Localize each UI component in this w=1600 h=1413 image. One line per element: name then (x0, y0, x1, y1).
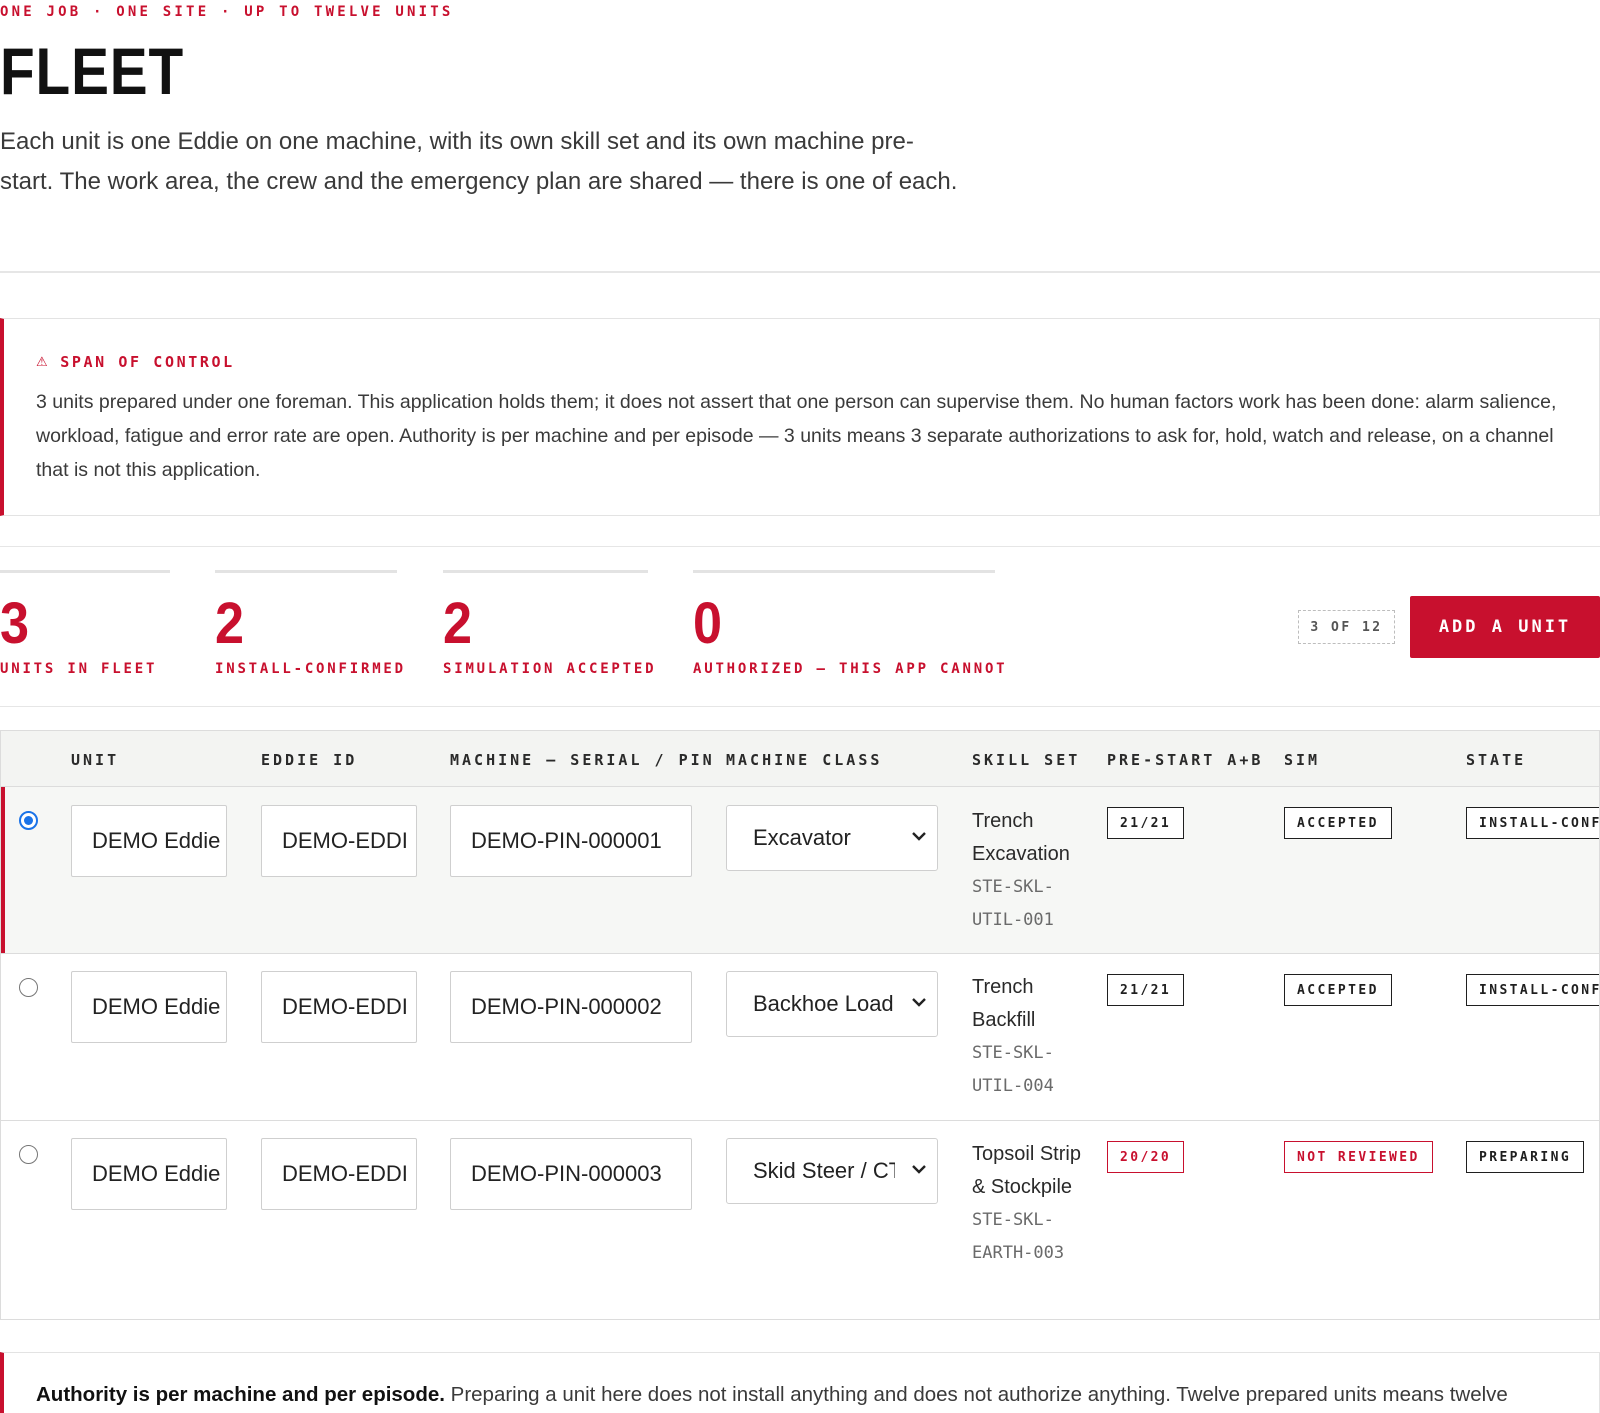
stat-value: 2 (215, 591, 245, 656)
callout-heading: ⚠ SPAN OF CONTROL (36, 353, 1567, 371)
machine-class-select[interactable]: Backhoe Load (726, 971, 938, 1037)
page-intro: Each unit is one Eddie on one machine, w… (0, 128, 958, 195)
authority-note: Authority is per machine and per episode… (0, 1352, 1600, 1413)
machine-pin-input[interactable]: DEMO-PIN-000001 (450, 805, 692, 877)
machine-class-select[interactable]: Excavator (726, 805, 938, 871)
table-row[interactable]: DEMO Eddie DEMO-EDDI DEMO-PIN-000003 Ski… (1, 1121, 1599, 1319)
row-select-radio[interactable] (19, 811, 38, 830)
row-select-radio[interactable] (19, 978, 38, 997)
unit-name-input[interactable]: DEMO Eddie (71, 971, 227, 1043)
stat-units: 3 UNITS IN FLEET (0, 570, 170, 677)
chevron-down-icon (912, 998, 926, 1007)
stat-value: 3 (0, 591, 30, 656)
skill-code: STE-SKL-EARTH-003 (972, 1210, 1065, 1263)
skill-code: STE-SKL-UTIL-004 (972, 1043, 1054, 1096)
machine-pin-input[interactable]: DEMO-PIN-000002 (450, 971, 692, 1043)
stat-install-confirmed: 2 INSTALL-CONFIRMED (215, 570, 406, 677)
col-unit: UNIT (71, 751, 120, 769)
col-state: STATE (1466, 751, 1527, 769)
eddie-id-input[interactable]: DEMO-EDDI (261, 805, 417, 877)
skill-name: Trench Excavation (972, 810, 1070, 865)
divider (0, 271, 1600, 273)
prestart-badge: 21/21 (1107, 807, 1185, 839)
add-unit-button[interactable]: ADD A UNIT (1410, 596, 1600, 658)
unit-name-input[interactable]: DEMO Eddie (71, 1138, 227, 1210)
skill-set-cell: Trench Excavation STE-SKL-UTIL-001 (972, 805, 1082, 937)
stat-bar (693, 570, 995, 573)
stat-bar (443, 570, 648, 573)
skill-set-cell: Trench Backfill STE-SKL-UTIL-004 (972, 971, 1082, 1103)
col-eddie-id: EDDIE ID (261, 751, 358, 769)
table-header: UNIT EDDIE ID MACHINE — SERIAL / PIN MAC… (1, 731, 1599, 787)
page-title: FLEET (0, 34, 185, 108)
unit-name-input[interactable]: DEMO Eddie (71, 805, 227, 877)
machine-class-select[interactable]: Skid Steer / CT (726, 1138, 938, 1204)
machine-class-value: Skid Steer / CT (753, 1158, 895, 1183)
col-prestart: PRE-START A+B (1107, 751, 1264, 769)
skill-code: STE-SKL-UTIL-001 (972, 877, 1054, 930)
row-select-radio[interactable] (19, 1145, 38, 1164)
stat-label: INSTALL-CONFIRMED (215, 661, 406, 677)
state-badge: INSTALL-CONF (1466, 807, 1599, 839)
divider (0, 706, 1600, 707)
unit-capacity-badge: 3 OF 12 (1298, 610, 1395, 644)
span-of-control-callout: ⚠ SPAN OF CONTROL 3 units prepared under… (0, 318, 1600, 516)
divider (0, 546, 1600, 547)
state-badge: INSTALL-CONF (1466, 974, 1599, 1006)
authority-note-text: Preparing a unit here does not install a… (444, 1383, 1508, 1406)
eddie-id-input[interactable]: DEMO-EDDI (261, 971, 417, 1043)
chevron-down-icon (912, 832, 926, 841)
sim-badge: ACCEPTED (1284, 974, 1392, 1006)
col-machine-class: MACHINE CLASS (726, 751, 883, 769)
skill-set-cell: Topsoil Strip & Stockpile STE-SKL-EARTH-… (972, 1138, 1082, 1270)
warning-icon: ⚠ (36, 354, 51, 370)
stat-authorized: 0 AUTHORIZED — THIS APP CANNOT (693, 570, 1008, 677)
skill-name: Topsoil Strip & Stockpile (972, 1143, 1081, 1198)
col-sim: SIM (1284, 751, 1321, 769)
chevron-down-icon (912, 1165, 926, 1174)
table-row[interactable]: DEMO Eddie DEMO-EDDI DEMO-PIN-000001 Exc… (1, 787, 1599, 954)
prestart-badge: 20/20 (1107, 1141, 1185, 1173)
machine-pin-input[interactable]: DEMO-PIN-000003 (450, 1138, 692, 1210)
stat-label: AUTHORIZED — THIS APP CANNOT (693, 661, 1008, 677)
sim-badge: ACCEPTED (1284, 807, 1392, 839)
stat-label: SIMULATION ACCEPTED (443, 661, 657, 677)
stat-bar (0, 570, 170, 573)
authority-note-lead: Authority is per machine and per episode… (36, 1383, 445, 1406)
col-machine: MACHINE — SERIAL / PIN (450, 751, 715, 769)
stat-value: 0 (693, 591, 723, 656)
callout-body: 3 units prepared under one foreman. This… (36, 391, 1557, 481)
callout-title: SPAN OF CONTROL (60, 353, 235, 371)
prestart-badge: 21/21 (1107, 974, 1185, 1006)
col-skill-set: SKILL SET (972, 751, 1081, 769)
state-badge: PREPARING (1466, 1141, 1585, 1173)
eddie-id-input[interactable]: DEMO-EDDI (261, 1138, 417, 1210)
fleet-table: UNIT EDDIE ID MACHINE — SERIAL / PIN MAC… (0, 730, 1600, 1320)
stat-bar (215, 570, 397, 573)
skill-name: Trench Backfill (972, 976, 1036, 1031)
sim-badge: NOT REVIEWED (1284, 1141, 1433, 1173)
machine-class-value: Backhoe Load (753, 991, 894, 1016)
stat-value: 2 (443, 591, 473, 656)
stat-label: UNITS IN FLEET (0, 661, 158, 677)
stat-simulation-accepted: 2 SIMULATION ACCEPTED (443, 570, 657, 677)
page-eyebrow: ONE JOB · ONE SITE · UP TO TWELVE UNITS (0, 4, 454, 20)
table-row[interactable]: DEMO Eddie DEMO-EDDI DEMO-PIN-000002 Bac… (1, 954, 1599, 1121)
machine-class-value: Excavator (753, 825, 851, 850)
